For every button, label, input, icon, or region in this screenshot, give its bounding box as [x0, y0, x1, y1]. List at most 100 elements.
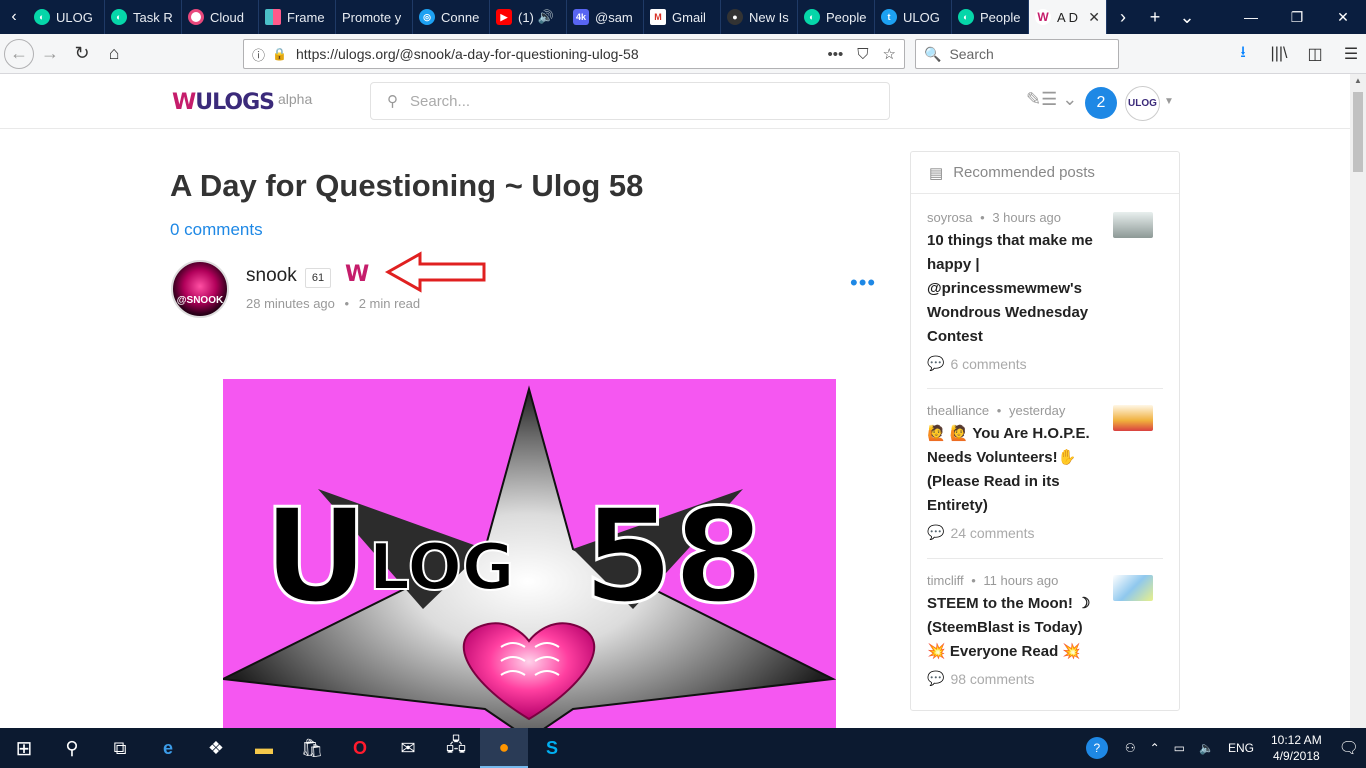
web-page: WULOGS alpha ⚲ Search... ✎☰ ⌄ 2 ULOG ▼ A…: [0, 74, 1350, 728]
url-text[interactable]: https://ulogs.org/@snook/a-day-for-quest…: [296, 46, 639, 62]
user-avatar[interactable]: ULOG: [1125, 86, 1160, 121]
ulogs-logo-icon: WULOGS: [172, 90, 275, 115]
tab-scroll-left-icon[interactable]: ‹: [0, 0, 28, 34]
ulog-icon: W: [1035, 9, 1051, 25]
store-icon[interactable]: 🛍: [288, 728, 336, 768]
steemit-icon: ◐: [34, 9, 50, 25]
rec-author[interactable]: thealliance: [927, 403, 989, 418]
browser-search-input[interactable]: 🔍 Search: [915, 39, 1119, 69]
download-icon[interactable]: ⭳: [1228, 39, 1258, 69]
recommended-post[interactable]: thealliance • yesterday 🙋 🙋 You Are H.O.…: [927, 403, 1163, 541]
task-view-icon[interactable]: ⧉: [96, 728, 144, 768]
bookmark-star-icon[interactable]: ☆: [883, 45, 896, 63]
author-avatar[interactable]: @SNOOK: [171, 260, 229, 318]
comments-link[interactable]: 0 comments: [170, 220, 263, 240]
scroll-up-icon[interactable]: ▲: [1354, 76, 1362, 85]
library-icon[interactable]: |||\: [1264, 39, 1294, 69]
speaker-icon[interactable]: 🔊: [538, 9, 554, 25]
tab-scroll-right-icon[interactable]: ›: [1107, 7, 1139, 28]
hero-letter-u: U: [263, 480, 369, 632]
recommended-posts-panel: ▤ Recommended posts soyrosa • 3 hours ag…: [910, 151, 1180, 711]
recommended-post[interactable]: timcliff • 11 hours ago STEEM to the Moo…: [927, 573, 1163, 687]
recommended-post[interactable]: soyrosa • 3 hours ago 10 things that mak…: [927, 210, 1163, 372]
browser-tab[interactable]: ● New Is: [721, 0, 798, 34]
browser-tab[interactable]: ◐ ULOG: [28, 0, 105, 34]
rec-thumbnail[interactable]: [1113, 575, 1153, 601]
rec-thumbnail[interactable]: [1113, 212, 1153, 238]
rec-title[interactable]: 10 things that make me happy | @princess…: [927, 229, 1097, 349]
minimize-icon[interactable]: —: [1228, 0, 1274, 34]
browser-tab[interactable]: ◐ People: [798, 0, 875, 34]
site-logo[interactable]: WULOGS alpha: [172, 90, 312, 115]
info-icon[interactable]: ⓘ: [252, 45, 272, 64]
close-window-icon[interactable]: ✕: [1320, 0, 1366, 34]
restore-icon[interactable]: ❐: [1274, 0, 1320, 34]
file-explorer-icon[interactable]: ▬: [240, 728, 288, 768]
rec-author[interactable]: timcliff: [927, 573, 964, 588]
sidebar-toggle-icon[interactable]: ◫: [1300, 39, 1330, 69]
recommended-heading: Recommended posts: [953, 164, 1095, 181]
language-indicator[interactable]: ENG: [1221, 741, 1261, 755]
forward-arrow-icon[interactable]: →: [34, 38, 66, 70]
rec-title[interactable]: 🙋 🙋 You Are H.O.P.E. Needs Volunteers!✋ …: [927, 422, 1097, 518]
home-icon[interactable]: ⌂: [98, 38, 130, 70]
rec-thumbnail[interactable]: [1113, 405, 1153, 431]
browser-tab[interactable]: t ULOG: [875, 0, 952, 34]
search-icon[interactable]: ⚲: [48, 728, 96, 768]
divider: [927, 388, 1163, 389]
close-tab-icon[interactable]: ✕: [1088, 9, 1100, 26]
edge-icon[interactable]: e: [144, 728, 192, 768]
opera-icon[interactable]: O: [336, 728, 384, 768]
browser-navbar: ← → ↻ ⌂ ⓘ 🔒 https://ulogs.org/@snook/a-d…: [0, 34, 1366, 74]
action-center-icon[interactable]: 🗨: [1332, 738, 1366, 758]
skype-icon[interactable]: S: [528, 728, 576, 768]
network-icon[interactable]: ▭: [1167, 741, 1192, 755]
rec-title[interactable]: STEEM to the Moon! ☽ (SteemBlast is Toda…: [927, 592, 1097, 664]
browser-tab[interactable]: ◐ Task R: [105, 0, 182, 34]
dropbox-icon[interactable]: ❖: [192, 728, 240, 768]
browser-tab[interactable]: ◐ People: [952, 0, 1029, 34]
write-post-icon[interactable]: ✎☰ ⌄: [1026, 89, 1077, 110]
browser-tab[interactable]: 4k @sam: [567, 0, 644, 34]
post-more-options-icon[interactable]: •••: [850, 270, 876, 296]
pocket-icon[interactable]: ⛉: [857, 46, 868, 63]
gmail-icon: M: [650, 9, 666, 25]
network-app-icon[interactable]: 🖧: [432, 728, 480, 768]
frame-icon: [265, 9, 281, 25]
browser-tab[interactable]: Promote y: [336, 0, 413, 34]
page-scrollbar[interactable]: ▲: [1350, 74, 1366, 728]
post-title: A Day for Questioning ~ Ulog 58: [170, 168, 644, 203]
back-arrow-icon[interactable]: ←: [4, 38, 34, 69]
mail-icon[interactable]: ✉: [384, 728, 432, 768]
browser-tab[interactable]: ◎ Conne: [413, 0, 490, 34]
windows-taskbar: ⊞ ⚲ ⧉ e ❖ ▬ 🛍 O ✉ 🖧 ● S ? ⚇ ⌃ ▭ 🔈 ENG 10…: [0, 728, 1366, 768]
steemit-icon: ◐: [958, 9, 974, 25]
divider: [927, 558, 1163, 559]
reload-icon[interactable]: ↻: [66, 38, 98, 70]
url-bar[interactable]: ⓘ 🔒 https://ulogs.org/@snook/a-day-for-q…: [243, 39, 905, 69]
rec-author[interactable]: soyrosa: [927, 210, 973, 225]
volume-icon[interactable]: 🔈: [1192, 741, 1221, 755]
browser-tab[interactable]: Cloud: [182, 0, 259, 34]
search-icon: 🔍: [924, 45, 942, 62]
help-icon[interactable]: ?: [1085, 737, 1108, 759]
system-clock[interactable]: 10:12 AM 4/9/2018: [1261, 732, 1332, 764]
author-name[interactable]: snook: [246, 265, 297, 287]
tray-chevron-up-icon[interactable]: ⌃: [1143, 741, 1167, 755]
windows-start-icon[interactable]: ⊞: [0, 728, 48, 768]
new-tab-icon[interactable]: +: [1139, 7, 1171, 28]
tab-list-chevron-down-icon[interactable]: ⌄: [1171, 7, 1203, 28]
firefox-icon[interactable]: ●: [480, 728, 528, 768]
browser-tab[interactable]: ▶ (1) 🔊: [490, 0, 567, 34]
reputation-badge: 61: [305, 268, 331, 288]
browser-tab[interactable]: M Gmail: [644, 0, 721, 34]
browser-tab-active[interactable]: WA D ✕: [1029, 0, 1107, 34]
scrollbar-thumb[interactable]: [1353, 92, 1363, 172]
menu-icon[interactable]: ☰: [1336, 39, 1366, 69]
browser-tab[interactable]: Frame: [259, 0, 336, 34]
page-actions-icon[interactable]: •••: [828, 46, 844, 63]
people-icon[interactable]: ⚇: [1118, 741, 1143, 755]
chevron-down-icon[interactable]: ▼: [1164, 96, 1174, 107]
notifications-badge[interactable]: 2: [1085, 87, 1117, 119]
site-search-input[interactable]: ⚲ Search...: [370, 82, 890, 120]
